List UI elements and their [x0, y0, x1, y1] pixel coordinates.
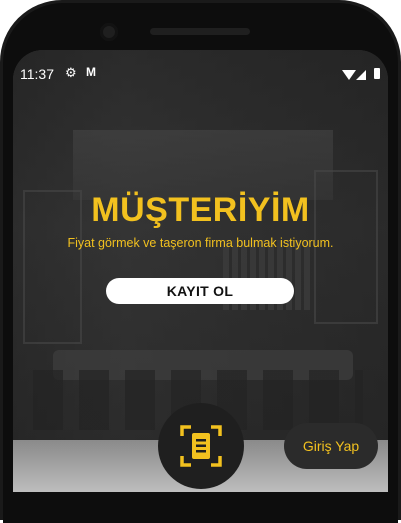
scan-button[interactable] [158, 403, 244, 489]
status-bar: 11:37 ⚙ M [13, 50, 388, 94]
page-title: MÜŞTERİYİM [91, 191, 310, 229]
gmail-icon: M [86, 65, 96, 79]
gear-icon: ⚙ [65, 65, 77, 80]
earpiece-speaker [150, 28, 250, 35]
front-camera [100, 23, 118, 41]
status-time: 11:37 [20, 66, 54, 82]
wifi-icon [342, 70, 356, 80]
phone-frame: 11:37 ⚙ M MÜŞTERİYİM Fiyat görmek ve taş… [0, 0, 401, 523]
register-button[interactable]: KAYIT OL [106, 278, 294, 304]
document-scan-icon [180, 425, 222, 467]
login-button[interactable]: Giriş Yap [284, 423, 378, 469]
background-ceiling [73, 130, 333, 200]
app-screen: 11:37 ⚙ M MÜŞTERİYİM Fiyat görmek ve taş… [13, 50, 388, 492]
signal-icon [356, 70, 366, 80]
page-subtitle: Fiyat görmek ve taşeron firma bulmak ist… [67, 236, 334, 250]
battery-icon [374, 68, 380, 79]
